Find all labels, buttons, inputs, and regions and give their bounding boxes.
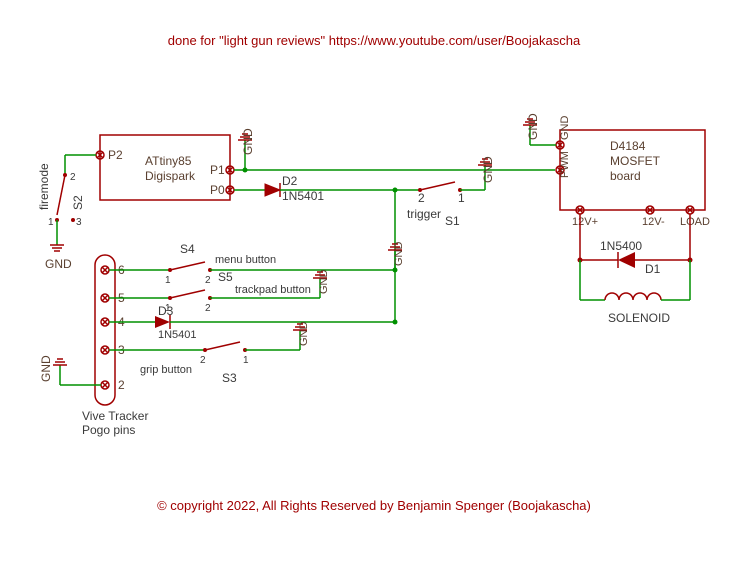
- solenoid-label: SOLENOID: [608, 311, 670, 325]
- s2-ref: S2: [71, 195, 85, 210]
- d1-diode: 1N5400 D1: [578, 239, 693, 276]
- s1-ref: S1: [445, 214, 460, 228]
- d3-val: 1N5401: [158, 329, 197, 341]
- d1-val: 1N5400: [600, 239, 642, 253]
- s2-pin3: 3: [76, 217, 82, 228]
- pin-p0: P0: [210, 183, 225, 197]
- attiny-line1: ATtiny85: [145, 154, 192, 168]
- mosfet-l2: MOSFET: [610, 154, 661, 168]
- mosfet-12vp: 12V+: [572, 216, 598, 228]
- s2-pin2: 2: [70, 172, 76, 183]
- s1-pin2: 2: [418, 191, 425, 205]
- d2-val: 1N5401: [282, 189, 324, 203]
- s2-pin1: 1: [48, 217, 54, 228]
- footer-text: © copyright 2022, All Rights Reserved by…: [157, 498, 591, 513]
- s1-label: trigger: [407, 207, 441, 221]
- gnd-s4: GND: [393, 242, 405, 267]
- gnd-label-1: GND: [241, 128, 255, 155]
- pin-p1: P1: [210, 163, 225, 177]
- vive-l1: Vive Tracker: [82, 409, 148, 423]
- vive-l2: Pogo pins: [82, 423, 135, 437]
- gnd-label-mosfet: GND: [526, 113, 540, 140]
- pin-p2: P2: [108, 148, 123, 162]
- gnd-label-p2: GND: [39, 355, 53, 382]
- gnd-s5: GND: [318, 270, 330, 295]
- mosfet-l3: board: [610, 169, 641, 183]
- attiny-line2: Digispark: [145, 169, 196, 183]
- s5-label: trackpad button: [235, 284, 311, 296]
- gnd-label-s2: GND: [45, 257, 72, 271]
- s4-label: menu button: [215, 254, 276, 266]
- s3-p1: 1: [243, 355, 249, 366]
- d2-ref: D2: [282, 174, 298, 188]
- gnd-mosfet: GND: [523, 113, 556, 145]
- pogo-block: 6 5 4 3 2 Vive Tracker Pogo pins: [82, 255, 148, 437]
- s1-pin1: 1: [458, 191, 465, 205]
- gnd-pogo2: GND: [39, 355, 101, 385]
- d3-ref: D3: [158, 304, 174, 318]
- s4-p2: 2: [205, 275, 211, 286]
- row-s5: GND 1 2 S5 trackpad button: [109, 270, 330, 315]
- s4-p1: 1: [165, 275, 171, 286]
- d2-diode: D2 1N5401: [234, 174, 395, 203]
- s2-label: firemode: [37, 163, 51, 210]
- row-s3: GND 2 1 grip button S3: [109, 322, 310, 386]
- mosfet-load: LOAD: [680, 216, 710, 228]
- schematic-canvas: done for "light gun reviews" https://www…: [0, 0, 749, 562]
- s5-ref: S5: [218, 270, 233, 284]
- mosfet-12vn: 12V-: [642, 216, 665, 228]
- header-text: done for "light gun reviews" https://www…: [168, 33, 581, 48]
- switch-s1: 2 1 trigger S1: [393, 182, 486, 228]
- attiny85-block: ATtiny85 Digispark P2 P1 P0: [96, 135, 234, 200]
- mosfet-gnd: GND: [559, 116, 571, 141]
- pogo-2: 2: [118, 378, 125, 392]
- gnd-s1: GND: [478, 156, 495, 190]
- row-d3: D3 1N5401: [109, 304, 398, 341]
- row-s4: GND 1 2 S4 menu button: [109, 242, 405, 287]
- s3-label: grip button: [140, 364, 192, 376]
- s3-ref: S3: [222, 371, 237, 385]
- gnd-label-s1: GND: [481, 156, 495, 183]
- gnd-s3: GND: [298, 322, 310, 347]
- s5-p2: 2: [205, 303, 211, 314]
- s4-ref: S4: [180, 242, 195, 256]
- d1-ref: D1: [645, 262, 661, 276]
- solenoid: SOLENOID: [580, 260, 690, 325]
- mosfet-l1: D4184: [610, 139, 646, 153]
- gnd-attiny-top: GND: [234, 128, 255, 170]
- switch-s2: 2 1 3 firemode S2 GND: [37, 155, 96, 271]
- mosfet-block: D4184 MOSFET board GND PWM 12V+ 12V- LOA…: [556, 116, 710, 229]
- s3-p2: 2: [200, 355, 206, 366]
- mosfet-pwm: PWM: [559, 151, 571, 178]
